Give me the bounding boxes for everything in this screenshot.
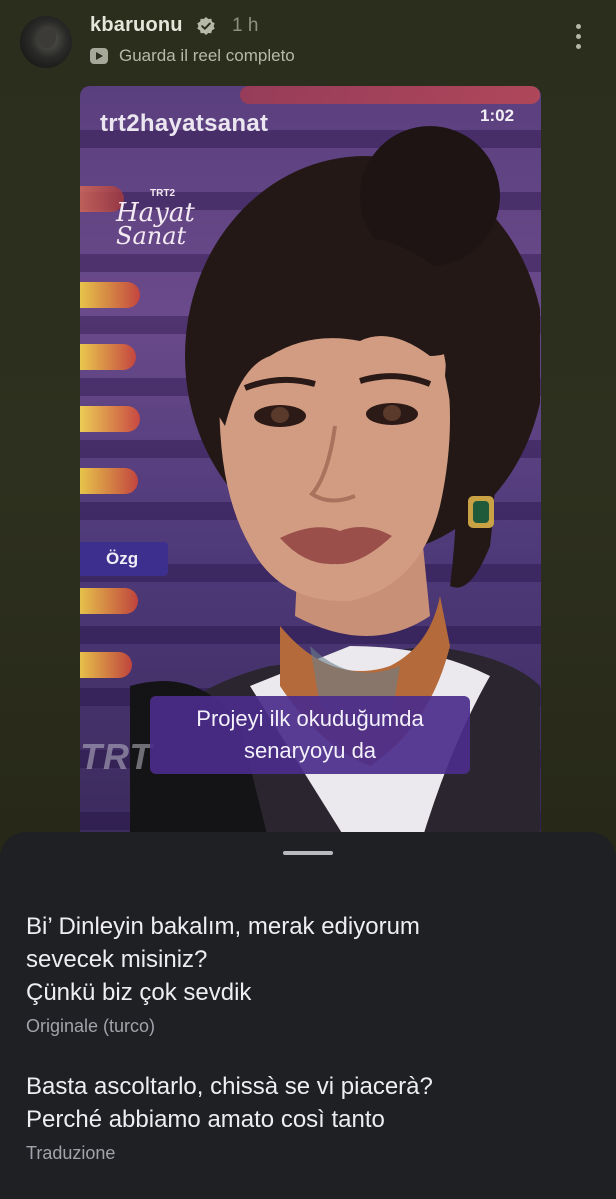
subtitle-line-1: Projeyi ilk okuduğumda bbox=[196, 706, 424, 731]
original-language-label: Originale (turco) bbox=[26, 1016, 156, 1036]
speaker-name-tag: Özg bbox=[80, 542, 168, 576]
video-duration: 1:02 bbox=[480, 106, 515, 125]
username[interactable]: kbaruonu bbox=[90, 14, 183, 37]
watch-full-reel-link[interactable]: Guarda il reel completo bbox=[90, 44, 295, 68]
translation-sheet: Bi’ Dinleyin bakalım, merak ediyorum sev… bbox=[0, 832, 616, 1199]
post-header: kbaruonu 1 h Guarda il reel completo bbox=[0, 0, 616, 80]
translation-line-1: Basta ascoltarlo, chissà se vi piacerà? bbox=[26, 1073, 433, 1100]
original-line-1: Bi’ Dinleyin bakalım, merak ediyorum bbox=[26, 913, 420, 940]
sheet-drag-handle[interactable] bbox=[283, 851, 333, 855]
more-options-icon[interactable] bbox=[568, 24, 588, 54]
channel-logo: TRT2 Hayat Sanat bbox=[116, 188, 195, 250]
avatar[interactable] bbox=[20, 16, 72, 68]
translation-label: Traduzione bbox=[26, 1143, 116, 1163]
video-player[interactable]: trt2hayatsanat 1:02 TRT2 Hayat Sanat Özg… bbox=[80, 86, 541, 846]
subtitle-line-2: senaryoyu da bbox=[243, 738, 377, 763]
verified-badge-icon bbox=[197, 17, 215, 35]
post-time: 1 h bbox=[232, 15, 259, 36]
original-line-3: Çünkü biz çok sevdik bbox=[26, 979, 252, 1006]
video-subtitle: Projeyi ilk okuduğumda senaryoyu da bbox=[150, 696, 470, 774]
translation-line-2: Perché abbiamo amato così tanto bbox=[26, 1106, 385, 1133]
translated-caption: Basta ascoltarlo, chissà se vi piacerà? … bbox=[26, 1070, 596, 1136]
original-line-2: sevecek misiniz? bbox=[26, 946, 208, 973]
microphone-logo: TRT bbox=[80, 736, 153, 777]
reel-link-label: Guarda il reel completo bbox=[119, 46, 295, 65]
video-channel-title: trt2hayatsanat bbox=[100, 110, 269, 137]
play-icon bbox=[90, 48, 108, 64]
original-caption: Bi’ Dinleyin bakalım, merak ediyorum sev… bbox=[26, 910, 596, 1009]
